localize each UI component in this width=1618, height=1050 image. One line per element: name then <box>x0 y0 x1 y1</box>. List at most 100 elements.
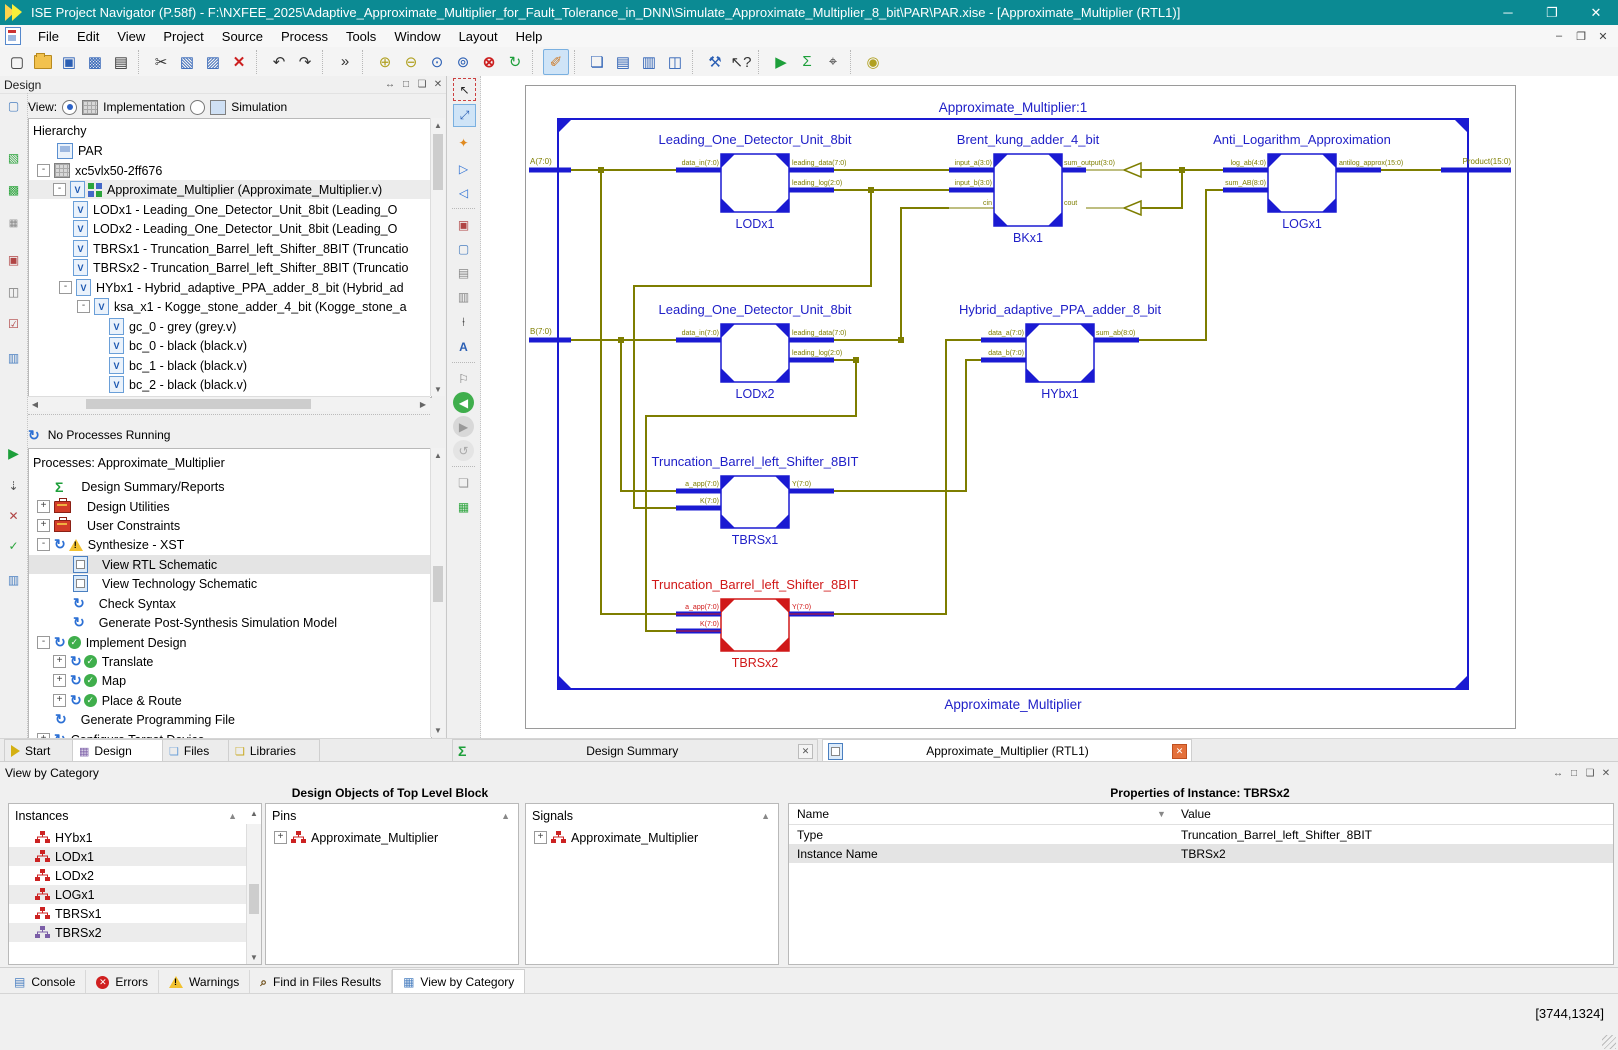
instance-logx1[interactable]: LOGx1 <box>9 885 261 904</box>
stop-process-icon[interactable]: ✕ <box>5 507 22 524</box>
tree-item-gc0[interactable]: gc_0 - grey (grey.v) <box>29 317 431 336</box>
open-file-icon[interactable] <box>31 50 55 74</box>
tab-console[interactable]: ▤ Console <box>4 970 86 994</box>
block-bkx1[interactable]: Brent_kung_adder_4_bit input_a(3:0) inpu… <box>949 132 1115 245</box>
menu-source[interactable]: Source <box>213 27 272 46</box>
new-file-icon[interactable]: ▢ <box>5 50 29 74</box>
panel-splitter[interactable] <box>28 414 430 423</box>
tab-errors[interactable]: ✕ Errors <box>86 970 159 994</box>
undo-icon[interactable]: ↶ <box>267 50 291 74</box>
back-nav-icon[interactable]: ◀ <box>453 392 474 413</box>
panel-close-button[interactable]: ✕ <box>430 79 446 90</box>
process-synthesize[interactable]: ↻ Synthesize - XST <box>29 535 431 554</box>
tree-item-device[interactable]: xc5vlx50-2ff676 <box>29 161 431 180</box>
zoom-in-icon[interactable]: ⊕ <box>373 50 397 74</box>
new-source-icon[interactable]: ▢ <box>5 97 22 114</box>
close-rtl-tab[interactable]: ✕ <box>1172 744 1187 759</box>
menu-tools[interactable]: Tools <box>337 27 385 46</box>
tab-design-summary[interactable]: Σ Design Summary ✕ <box>452 739 818 762</box>
instance-tbrsx1[interactable]: TBRSx1 <box>9 904 261 923</box>
process-view-tech-schematic[interactable]: View Technology Schematic <box>29 574 431 593</box>
port-a[interactable]: A(7:0) <box>529 157 571 173</box>
properties-col-name[interactable]: Name <box>797 807 829 821</box>
block-logx1[interactable]: Anti_Logarithm_Approximation log_ab(4:0)… <box>1213 132 1403 231</box>
add-block-icon[interactable]: ▣ <box>453 214 474 235</box>
delete-icon[interactable]: ✕ <box>227 50 251 74</box>
zoom-selection-icon[interactable]: ⊚ <box>451 50 475 74</box>
tab-start[interactable]: Start <box>4 739 78 762</box>
block-lodx2[interactable]: Leading_One_Detector_Unit_8bit data_in(7… <box>659 302 852 401</box>
tree-item-bc2[interactable]: bc_2 - black (black.v) <box>29 375 431 394</box>
property-row-instance-name[interactable]: Instance Name TBRSx2 <box>789 844 1613 863</box>
run-icon[interactable]: ▶ <box>769 50 793 74</box>
menu-window[interactable]: Window <box>385 27 449 46</box>
mdi-close-button[interactable]: ✕ <box>1594 30 1612 43</box>
signals-root-item[interactable]: Approximate_Multiplier <box>526 828 778 847</box>
tree-item-tbrsx2[interactable]: TBRSx2 - Truncation_Barrel_left_Shifter_… <box>29 258 431 277</box>
tile-horizontal-icon[interactable]: ▤ <box>611 50 635 74</box>
tree-item-lodx1[interactable]: LODx1 - Leading_One_Detector_Unit_8bit (… <box>29 200 431 219</box>
panel-maximize-button[interactable]: □ <box>398 79 414 90</box>
sort-asc-icon[interactable]: ▲ <box>761 811 770 821</box>
rerun-process-icon[interactable]: ⇣ <box>5 477 22 494</box>
home-nav-icon[interactable]: ↺ <box>453 440 474 461</box>
tree-item-top-module[interactable]: Approximate_Multiplier (Approximate_Mult… <box>29 180 431 199</box>
process-check-syntax[interactable]: ↻ Check Syntax <box>29 594 431 613</box>
process-columns-icon[interactable]: ▥ <box>5 571 22 588</box>
tree-item-par[interactable]: PAR <box>29 141 431 160</box>
sort-asc-icon[interactable]: ▲ <box>501 811 510 821</box>
remove-block-icon[interactable]: ▢ <box>453 238 474 259</box>
hierarchy-vscrollbar[interactable]: ▲ ▼ <box>430 118 445 396</box>
process-user-constraints[interactable]: User Constraints <box>29 516 431 535</box>
minimize-button[interactable]: ─ <box>1486 0 1530 25</box>
save-all-icon[interactable]: ▩ <box>83 50 107 74</box>
tile-windows-icon[interactable]: ◫ <box>663 50 687 74</box>
sort-desc-icon[interactable]: ▼ <box>1157 809 1166 819</box>
panel-dock-button[interactable]: ❏ <box>414 79 430 90</box>
process-gen-programming-file[interactable]: ↻ Generate Programming File <box>29 710 431 729</box>
sheet-grid-icon[interactable]: ▦ <box>453 496 474 517</box>
menu-layout[interactable]: Layout <box>450 27 507 46</box>
tab-files[interactable]: ❏ Files <box>162 739 234 762</box>
tree-item-ksa[interactable]: ksa_x1 - Kogge_stone_adder_4_bit (Kogge_… <box>29 297 431 316</box>
port-product[interactable]: Product(15:0) <box>1441 157 1511 173</box>
analyzer-icon[interactable]: ⌖ <box>821 50 845 74</box>
panel-close-button[interactable]: ✕ <box>1598 768 1614 779</box>
panel-dock-button[interactable]: ❏ <box>1582 768 1598 779</box>
sheet-prev-icon[interactable]: ❏ <box>453 472 474 493</box>
close-button[interactable]: ✕ <box>1574 0 1618 25</box>
mdi-minimize-button[interactable]: ‒ <box>1550 30 1568 43</box>
expander[interactable] <box>53 655 66 668</box>
panel-float-button[interactable]: ↔ <box>1550 768 1566 779</box>
expander[interactable] <box>37 500 50 513</box>
cascade-windows-icon[interactable]: ❏ <box>585 50 609 74</box>
block-tbrsx2-selected[interactable]: Truncation_Barrel_left_Shifter_8BIT a_ap… <box>652 577 859 670</box>
menu-project[interactable]: Project <box>154 27 212 46</box>
save-icon[interactable]: ▣ <box>57 50 81 74</box>
lightbulb-icon[interactable]: ◉ <box>861 50 885 74</box>
instance-icon[interactable]: ▤ <box>453 262 474 283</box>
block-hybx1[interactable]: Hybrid_adaptive_PPA_adder_8_bit data_a(7… <box>959 302 1162 401</box>
process-design-utilities[interactable]: Design Utilities <box>29 497 431 516</box>
report-icon[interactable]: ▣ <box>5 251 22 268</box>
expander[interactable] <box>37 538 50 551</box>
instances-scrollbar[interactable]: ▲ ▼ <box>246 824 261 964</box>
rerun-all-icon[interactable]: ✓ <box>5 537 22 554</box>
property-row-type[interactable]: Type Truncation_Barrel_left_Shifter_8BIT <box>789 825 1613 844</box>
instance-lodx1[interactable]: LODx1 <box>9 847 261 866</box>
print-icon[interactable]: ▤ <box>109 50 133 74</box>
macro-icon[interactable]: ▥ <box>453 286 474 307</box>
sigma-reports-icon[interactable]: Σ <box>795 50 819 74</box>
wrench-icon[interactable]: ⚒ <box>703 50 727 74</box>
tree-item-bc0[interactable]: bc_0 - black (black.v) <box>29 336 431 355</box>
expander[interactable] <box>534 831 547 844</box>
expander[interactable] <box>37 164 50 177</box>
tab-view-by-category[interactable]: ▦ View by Category <box>392 969 525 994</box>
expander[interactable] <box>59 281 72 294</box>
run-process-icon[interactable]: ▶ <box>5 445 22 462</box>
block-lodx1[interactable]: Leading_One_Detector_Unit_8bit data_in(7… <box>659 132 852 231</box>
menu-help[interactable]: Help <box>507 27 552 46</box>
instance-hybx1[interactable]: HYbx1 <box>9 828 261 847</box>
forward-nav-icon[interactable]: ▶ <box>453 416 474 437</box>
simulation-radio[interactable] <box>190 100 205 115</box>
